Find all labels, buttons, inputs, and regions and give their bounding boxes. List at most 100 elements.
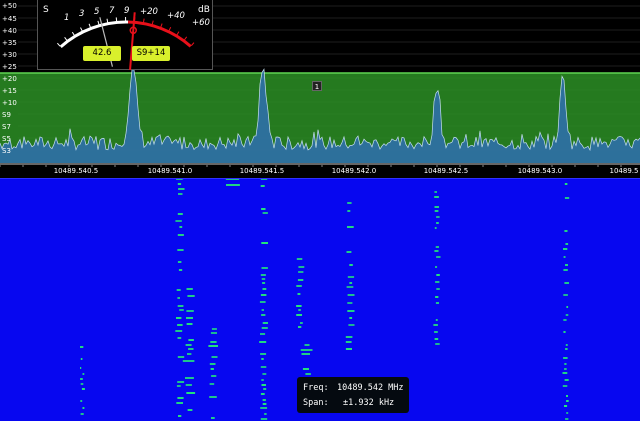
waterfall-signal — [436, 256, 441, 258]
waterfall-signal — [177, 249, 184, 251]
waterfall-signal — [186, 288, 193, 290]
waterfall-signal — [178, 193, 183, 195]
waterfall-signal — [564, 405, 568, 407]
waterfall-signal — [80, 367, 82, 369]
meter-tick — [183, 36, 188, 41]
span-readout-value: ±1.932 kHz — [343, 398, 395, 408]
waterfall-signal — [347, 276, 355, 278]
waterfall-signal — [435, 281, 440, 283]
waterfall-signal — [176, 289, 181, 291]
db-scale-label: +40 — [167, 11, 185, 21]
waterfall-signal — [177, 305, 184, 307]
waterfall-signal — [179, 226, 183, 228]
db-scale-label: S9 — [2, 111, 11, 119]
waterfall-signal — [296, 305, 302, 307]
waterfall-signal — [263, 388, 267, 390]
freq-axis-label: 10489.5 — [609, 167, 639, 175]
waterfall-signal — [262, 373, 267, 375]
waterfall-signal — [208, 345, 218, 347]
waterfall-signal — [80, 400, 83, 402]
db-scale-label: +50 — [2, 2, 17, 10]
waterfall-signal — [175, 330, 183, 332]
freq-readout-value: 10489.542 MHz — [337, 383, 404, 393]
waterfall-signal — [211, 375, 217, 377]
db-scale-label: S5 — [2, 135, 11, 143]
meter-tick — [106, 18, 109, 23]
waterfall-signal — [260, 353, 267, 355]
waterfall-signal — [565, 348, 568, 350]
waterfall-signal — [562, 385, 568, 387]
db-scale-label: S3 — [2, 147, 11, 155]
meter-tick — [160, 23, 163, 28]
waterfall-signal — [187, 409, 193, 411]
waterfall-signal — [80, 346, 84, 348]
waterfall-signal — [563, 319, 567, 321]
waterfall-signal — [436, 222, 439, 224]
waterfall-signal — [186, 310, 194, 312]
waterfall-signal — [259, 341, 267, 343]
waterfall-signal — [260, 274, 266, 276]
span-readout-label: Span: — [303, 398, 329, 408]
waterfall-signal — [347, 202, 352, 204]
waterfall-signal — [349, 317, 353, 319]
waterfall-signal — [564, 282, 569, 284]
waterfall-signal — [563, 256, 566, 258]
waterfall-signal — [261, 242, 268, 244]
waterfall-signal — [348, 324, 355, 326]
waterfall-signal — [261, 314, 266, 316]
waterfall-signal — [564, 368, 567, 370]
s-scale-label: 1 — [64, 13, 69, 23]
waterfall-signal — [260, 407, 268, 409]
freq-axis-label: 10489.540.5 — [53, 167, 99, 175]
meter-tick — [142, 18, 145, 23]
db-scale-label: +35 — [2, 39, 17, 47]
waterfall-signal — [296, 258, 303, 260]
waterfall-signal — [211, 356, 218, 358]
sdr-window: +50 +45 +40 +35 +30 +25 +20 +15 +10 S9 S… — [0, 0, 640, 421]
vfo-marker-label[interactable]: 1 — [312, 81, 322, 91]
waterfall-signal — [177, 381, 185, 383]
waterfall-signal — [436, 274, 440, 276]
waterfall-signal — [347, 302, 353, 304]
meter-tick — [80, 27, 83, 32]
waterfall-signal — [301, 353, 310, 355]
s-meter-s-label: S — [43, 5, 49, 15]
waterfall-signal — [349, 282, 353, 284]
meter-tick — [64, 36, 68, 41]
waterfall-signal — [298, 271, 304, 273]
waterfall-signal — [565, 344, 568, 346]
waterfall-signal — [304, 344, 310, 346]
waterfall-signal — [176, 385, 181, 387]
freq-axis-label: 10489.541.0 — [147, 167, 193, 175]
db-scale-label: +30 — [2, 51, 17, 59]
waterfall-signal — [261, 309, 264, 311]
waterfall-signal — [177, 297, 180, 299]
waterfall-signal — [297, 293, 301, 295]
waterfall-signal — [187, 295, 195, 297]
waterfall-signal — [81, 388, 85, 390]
meter-tick — [97, 20, 100, 25]
waterfall-signal — [566, 412, 569, 414]
db-scale-label: +15 — [2, 87, 17, 95]
waterfall-signal — [564, 363, 567, 365]
waterfall-signal — [261, 384, 266, 386]
waterfall-signal — [563, 331, 566, 333]
waterfall-signal — [345, 341, 352, 343]
waterfall-signal — [82, 373, 85, 375]
waterfall-signal — [185, 384, 192, 386]
waterfall-signal — [305, 373, 311, 375]
db-scale-label: +20 — [140, 7, 158, 17]
waterfall-signal — [566, 400, 569, 402]
s-meter-db-label: dB — [198, 5, 210, 15]
waterfall-signal — [210, 332, 217, 334]
waterfall-signal — [298, 266, 305, 268]
waterfall-signal — [176, 317, 182, 319]
waterfall-signal — [435, 302, 439, 304]
waterfall-signal — [262, 282, 266, 284]
db-scale-label: +40 — [2, 27, 17, 35]
waterfall-signal — [566, 395, 568, 397]
waterfall-signal — [262, 288, 267, 290]
waterfall-signal — [346, 251, 352, 253]
waterfall-signal — [564, 183, 568, 185]
waterfall-signal — [260, 294, 267, 296]
